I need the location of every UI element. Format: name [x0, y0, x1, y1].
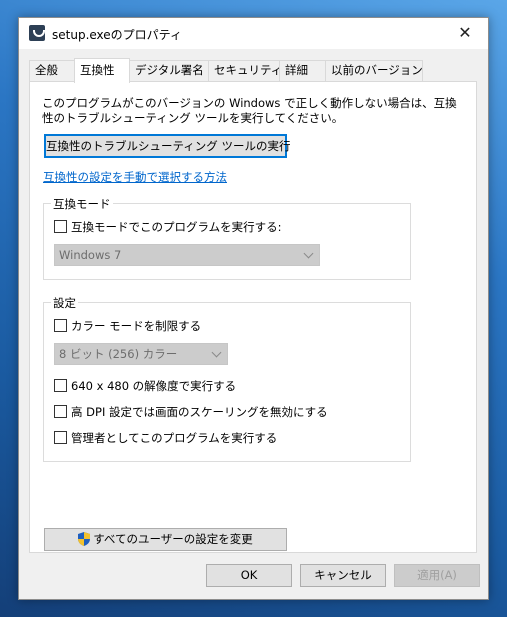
title-bar: setup.exeのプロパティ ✕: [19, 18, 488, 49]
chevron-down-icon: [303, 248, 314, 259]
os-version-select[interactable]: Windows 7: [54, 244, 320, 266]
window-title: setup.exeのプロパティ: [52, 28, 182, 42]
close-button[interactable]: ✕: [448, 21, 482, 45]
all-users-settings-button[interactable]: すべてのユーザーの設定を変更: [44, 528, 287, 551]
settings-label: 設定: [51, 295, 78, 311]
properties-dialog: setup.exeのプロパティ ✕ 全般 互換性 デジタル署名 セキュリティ 詳…: [18, 17, 489, 600]
tab-general[interactable]: 全般: [29, 60, 75, 81]
manual-settings-link[interactable]: 互換性の設定を手動で選択する方法: [43, 169, 227, 185]
run-as-admin-checkbox[interactable]: [54, 431, 67, 444]
os-version-value: Windows 7: [59, 248, 122, 262]
uac-shield-icon: [78, 531, 91, 546]
tab-security[interactable]: セキュリティ: [208, 60, 282, 81]
tab-details[interactable]: 詳細: [279, 60, 326, 81]
compat-mode-label: 互換モード: [51, 196, 113, 212]
chevron-down-icon: [211, 347, 222, 358]
settings-group: 設定 カラー モードを制限する 8 ビット (256) カラー 640 x 48…: [43, 295, 411, 462]
dpi-scaling-row[interactable]: 高 DPI 設定では画面のスケーリングを無効にする: [54, 405, 328, 421]
color-depth-select[interactable]: 8 ビット (256) カラー: [54, 343, 228, 365]
all-users-settings-label: すべてのユーザーの設定を変更: [93, 532, 253, 546]
res-640-checkbox[interactable]: [54, 379, 67, 392]
tab-digital-signatures[interactable]: デジタル署名: [129, 60, 209, 81]
tab-compatibility[interactable]: 互換性: [74, 58, 130, 83]
troubleshoot-button[interactable]: 互換性のトラブルシューティング ツールの実行: [44, 134, 290, 158]
color-depth-value: 8 ビット (256) カラー: [59, 347, 178, 361]
setup-app-icon: [29, 25, 45, 41]
compatibility-panel: このプログラムがこのバージョンの Windows で正しく動作しない場合は、互換…: [29, 81, 477, 553]
run-as-admin-row[interactable]: 管理者としてこのプログラムを実行する: [54, 431, 277, 447]
apply-button[interactable]: 適用(A): [394, 564, 480, 587]
reduced-color-label: カラー モードを制限する: [71, 319, 202, 333]
compat-description: このプログラムがこのバージョンの Windows で正しく動作しない場合は、互換…: [42, 96, 457, 125]
dpi-scaling-checkbox[interactable]: [54, 405, 67, 418]
run-as-admin-label: 管理者としてこのプログラムを実行する: [71, 431, 278, 445]
compat-mode-checkbox-label: 互換モードでこのプログラムを実行する:: [71, 220, 282, 234]
compat-mode-checkbox-row[interactable]: 互換モードでこのプログラムを実行する:: [54, 220, 282, 236]
compat-mode-group: 互換モード 互換モードでこのプログラムを実行する: Windows 7: [43, 196, 411, 280]
reduced-color-checkbox[interactable]: [54, 319, 67, 332]
cancel-button[interactable]: キャンセル: [300, 564, 386, 587]
res-640-label: 640 x 480 の解像度で実行する: [71, 379, 237, 393]
tab-previous-versions[interactable]: 以前のバージョン: [325, 60, 423, 81]
dpi-scaling-label: 高 DPI 設定では画面のスケーリングを無効にする: [71, 405, 328, 419]
ok-button[interactable]: OK: [206, 564, 292, 587]
compat-mode-checkbox[interactable]: [54, 220, 67, 233]
reduced-color-row[interactable]: カラー モードを制限する: [54, 319, 201, 335]
res-640-row[interactable]: 640 x 480 の解像度で実行する: [54, 379, 236, 395]
